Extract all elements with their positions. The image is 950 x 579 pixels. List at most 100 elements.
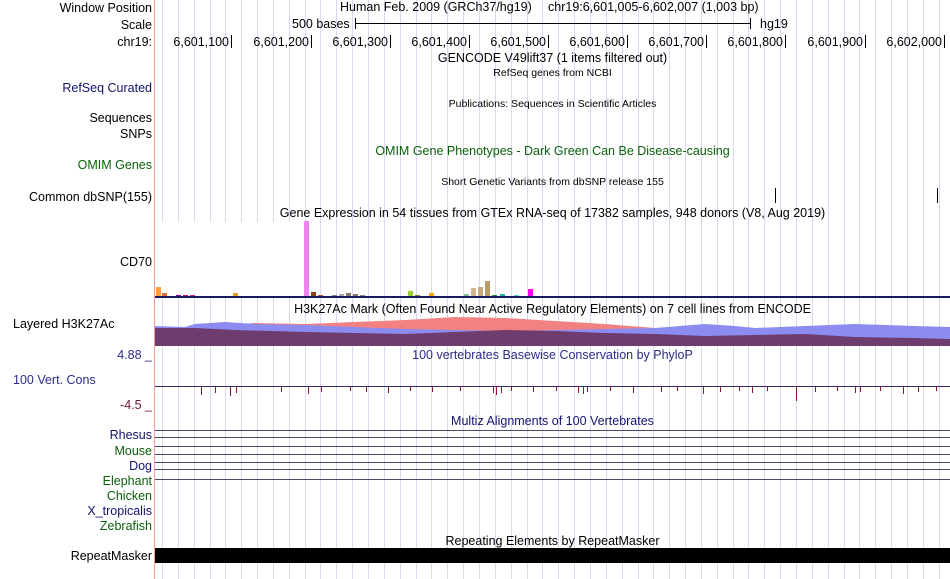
gtex-bar-chart[interactable] xyxy=(155,220,950,300)
cons-min-label: -4.5 _ xyxy=(120,398,152,412)
multiz-rhesus-line xyxy=(155,430,950,431)
phylop-score-bar xyxy=(556,387,557,391)
species-zebrafish-label[interactable]: Zebrafish xyxy=(100,519,152,533)
multiz-dog-line xyxy=(155,469,950,470)
gtex-tissue-bar[interactable] xyxy=(304,221,309,297)
phylop-score-bar xyxy=(496,387,497,395)
ruler-tick xyxy=(865,35,866,48)
multiz-mouse-line xyxy=(155,446,950,447)
scale-bar-label: 500 bases xyxy=(292,17,350,31)
refseq-track-title: RefSeq genes from NCBI xyxy=(493,67,612,79)
chrom-label: chr19: xyxy=(117,35,152,49)
phylop-score-bar xyxy=(215,387,216,393)
phylop-conservation-plot[interactable] xyxy=(155,380,950,405)
assembly-name: Human Feb. 2009 (GRCh37/hg19) xyxy=(340,0,532,14)
phylop-score-bar xyxy=(661,387,662,392)
multiz-rhesus-line xyxy=(155,437,950,438)
scale-label: Scale xyxy=(120,18,152,32)
scale-bar xyxy=(355,18,751,29)
phylop-score-bar xyxy=(583,387,584,394)
phylop-score-bar xyxy=(796,387,797,401)
track-area[interactable]: Human Feb. 2009 (GRCh37/hg19) chr19:6,60… xyxy=(155,0,950,579)
gtex-tissue-bar[interactable] xyxy=(528,289,533,297)
phylop-score-bar xyxy=(432,387,433,392)
phylop-score-bar xyxy=(837,387,838,391)
h3k27ac-track-title: H3K27Ac Mark (Often Found Near Active Re… xyxy=(294,302,811,316)
species-mouse-label[interactable]: Mouse xyxy=(114,444,152,458)
gtex-tissue-bar[interactable] xyxy=(471,288,476,297)
ruler-tick-label: 6,601,200 xyxy=(253,35,309,49)
phylop-score-bar xyxy=(880,387,881,391)
dbsnp-variant[interactable] xyxy=(937,188,938,203)
h3k27ac-signal[interactable] xyxy=(155,316,950,348)
ruler-tick-label: 6,601,500 xyxy=(490,35,546,49)
phylop-score-bar xyxy=(410,387,411,391)
phylop-score-bar xyxy=(230,387,231,396)
rmsk-track-title: Repeating Elements by RepeatMasker xyxy=(445,534,660,548)
gencode-track-title: GENCODE V49lift37 (1 items filtered out) xyxy=(437,51,668,65)
phylop-score-bar xyxy=(752,387,753,393)
phylop-track-title: 100 vertebrates Basewise Conservation by… xyxy=(412,348,693,362)
ruler-tick xyxy=(548,35,549,48)
species-rhesus-label[interactable]: Rhesus xyxy=(110,428,152,442)
refseq-label[interactable]: RefSeq Curated xyxy=(62,81,152,95)
ruler-tick xyxy=(390,35,391,48)
phylop-zero-line xyxy=(155,386,950,387)
phylop-score-bar xyxy=(281,387,282,392)
sequences-label[interactable]: Sequences xyxy=(89,111,152,125)
ruler-tick xyxy=(469,35,470,48)
ruler-tick xyxy=(231,35,232,48)
ruler-tick-label: 6,601,400 xyxy=(411,35,467,49)
phylop-score-bar xyxy=(739,387,740,391)
omim-label[interactable]: OMIM Genes xyxy=(78,158,152,172)
cons-label[interactable]: 100 Vert. Cons xyxy=(13,373,96,387)
phylop-score-bar xyxy=(610,387,611,391)
phylop-score-bar xyxy=(578,387,579,393)
phylop-score-bar xyxy=(936,387,937,391)
snps-label[interactable]: SNPs xyxy=(120,127,152,141)
ruler-tick-label: 6,601,900 xyxy=(807,35,863,49)
phylop-score-bar xyxy=(587,387,588,392)
phylop-score-bar xyxy=(533,387,534,392)
gtex-tissue-bar[interactable] xyxy=(478,287,483,297)
dbsnp-variant[interactable] xyxy=(775,188,776,203)
h3k27ac-label[interactable]: Layered H3K27Ac xyxy=(13,317,114,331)
position-readout: chr19:6,601,005-6,602,007 (1,003 bp) xyxy=(548,0,759,14)
phylop-score-bar xyxy=(493,387,494,393)
phylop-score-bar xyxy=(703,387,704,394)
gtex-tissue-bar[interactable] xyxy=(485,281,490,297)
scale-db-label: hg19 xyxy=(760,17,788,31)
ruler-tick xyxy=(944,35,945,48)
species-dog-label[interactable]: Dog xyxy=(129,459,152,473)
repeatmasker-label[interactable]: RepeatMasker xyxy=(71,549,152,563)
track-label-column: Window Position Scale chr19: RefSeq Cura… xyxy=(0,0,155,579)
species-elephant-label[interactable]: Elephant xyxy=(103,474,152,488)
ruler-tick xyxy=(706,35,707,48)
omim-track-title: OMIM Gene Phenotypes - Dark Green Can Be… xyxy=(375,144,730,158)
species-x-tropicalis-label[interactable]: X_tropicalis xyxy=(87,504,152,518)
multiz-mouse-line xyxy=(155,454,950,455)
repeat-element-block[interactable] xyxy=(155,548,950,563)
species-chicken-label[interactable]: Chicken xyxy=(107,489,152,503)
genome-browser-image[interactable]: Human Feb. 2009 (GRCh37/hg19) chr19:6,60… xyxy=(0,0,950,579)
multiz-dog-line xyxy=(155,462,950,463)
phylop-score-bar xyxy=(236,387,237,393)
multiz-elephant-line xyxy=(155,479,950,480)
window-position-label: Window Position xyxy=(59,1,152,15)
gtex-baseline xyxy=(155,296,950,298)
phylop-score-bar xyxy=(815,387,816,392)
ruler-tick-label: 6,601,800 xyxy=(727,35,783,49)
phylop-score-bar xyxy=(460,387,461,391)
phylop-score-bar xyxy=(677,387,678,391)
phylop-score-bar xyxy=(308,387,309,394)
gtex-track-title: Gene Expression in 54 tissues from GTEx … xyxy=(279,206,826,220)
phylop-score-bar xyxy=(321,387,322,392)
multiz-track-title: Multiz Alignments of 100 Vertebrates xyxy=(451,414,654,428)
ruler-tick-label: 6,601,700 xyxy=(648,35,704,49)
dbsnp-label[interactable]: Common dbSNP(155) xyxy=(29,190,152,204)
gtex-tissue-bar[interactable] xyxy=(156,287,161,297)
ruler-tick-label: 6,601,100 xyxy=(173,35,229,49)
dbsnp-track-title: Short Genetic Variants from dbSNP releas… xyxy=(441,176,664,188)
cd70-label[interactable]: CD70 xyxy=(120,255,152,269)
phylop-score-bar xyxy=(918,387,919,392)
